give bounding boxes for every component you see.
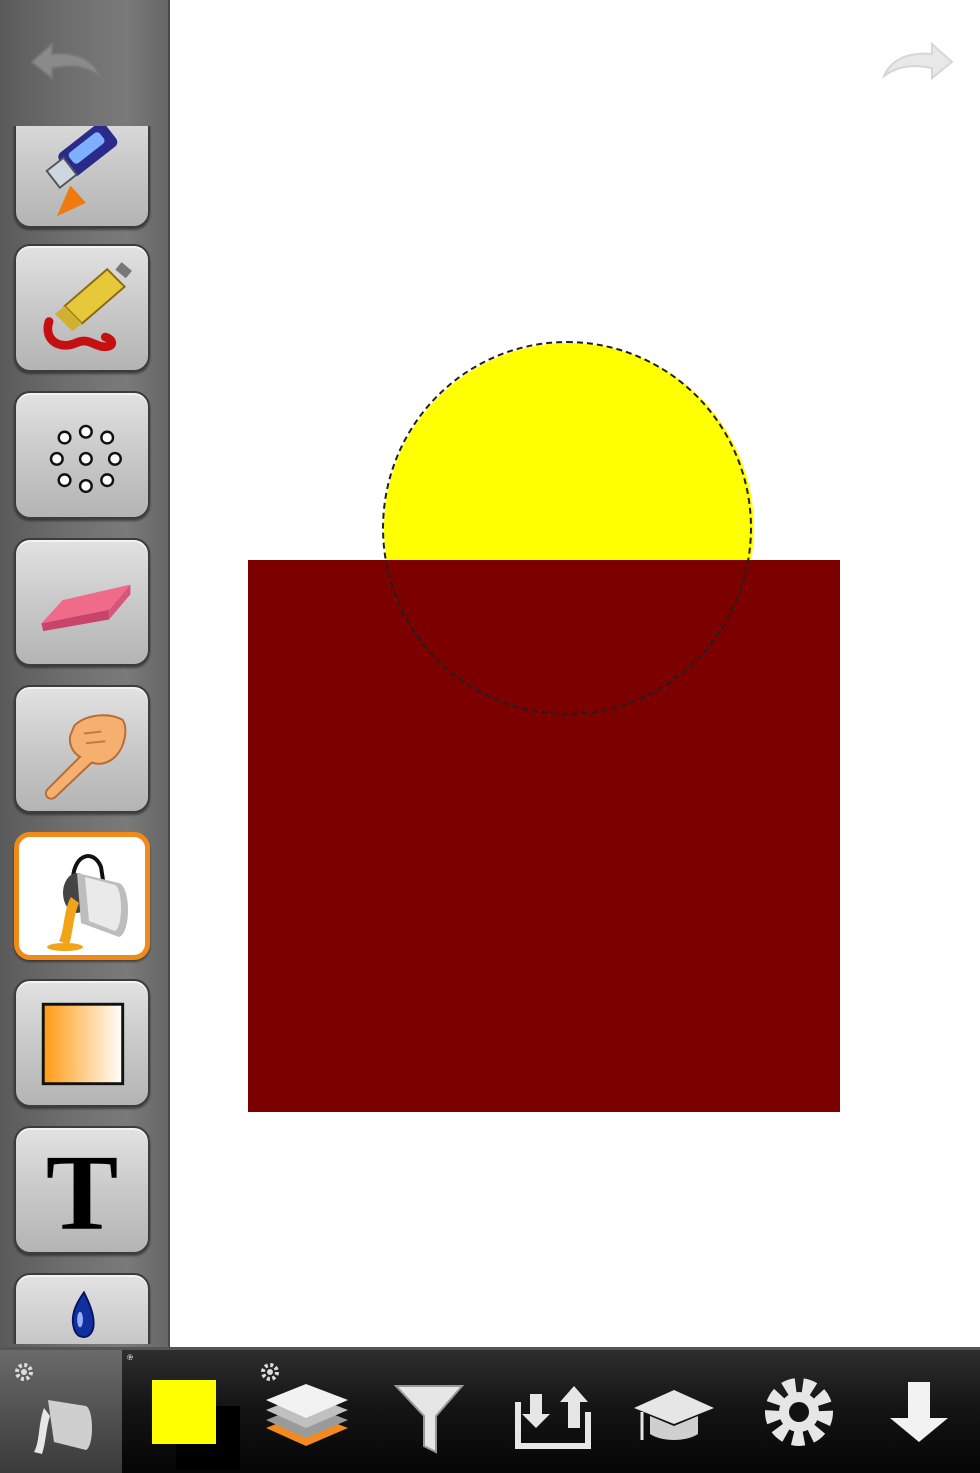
redo-icon — [881, 41, 954, 81]
color-swatch-icon[interactable] — [152, 1380, 216, 1444]
tutorials-button[interactable] — [618, 1350, 730, 1473]
brush-settings-tool[interactable] — [14, 391, 150, 519]
import-export-button[interactable] — [488, 1350, 618, 1473]
paint-bucket-tool[interactable] — [14, 832, 150, 960]
paint-bucket-icon — [47, 854, 128, 951]
paint-bucket-icon — [15, 1363, 92, 1454]
paint-tube-icon — [43, 262, 132, 352]
marker-tool[interactable] — [14, 126, 150, 228]
dots-ring-icon — [49, 424, 122, 494]
tool-list: T — [0, 126, 168, 1344]
svg-text:T: T — [46, 1133, 118, 1252]
selection-marquee[interactable] — [382, 341, 752, 715]
import-export-icon — [515, 1386, 591, 1449]
funnel-icon — [393, 1385, 465, 1454]
redo-button[interactable] — [878, 36, 962, 86]
undo-icon — [30, 41, 103, 81]
arrow-down-icon — [890, 1382, 948, 1442]
dropper-tool[interactable] — [14, 1273, 150, 1344]
fill-options-button[interactable] — [0, 1350, 122, 1473]
undo-button[interactable] — [22, 36, 106, 86]
tool-sidebar: T — [0, 0, 170, 1347]
text-tool[interactable]: T — [14, 1126, 150, 1254]
text-t-icon: T — [46, 1133, 118, 1252]
settings-button[interactable] — [740, 1350, 858, 1473]
drop-icon — [71, 1290, 95, 1338]
gradient-square-icon — [41, 1002, 125, 1086]
marker-icon — [45, 126, 118, 217]
paint-tube-tool[interactable] — [14, 244, 150, 372]
layers-icon — [261, 1363, 348, 1446]
gradient-tool[interactable] — [14, 979, 150, 1107]
graduation-cap-icon — [634, 1390, 714, 1440]
eraser-icon — [41, 584, 131, 632]
smudge-tool[interactable] — [14, 685, 150, 813]
layers-button[interactable] — [244, 1350, 366, 1473]
gear-icon — [15, 1363, 33, 1381]
pointing-finger-icon — [44, 714, 127, 800]
save-button[interactable] — [858, 1350, 980, 1473]
eraser-tool[interactable] — [14, 538, 150, 666]
bottom-toolbar — [0, 1347, 980, 1473]
gear-icon — [765, 1378, 833, 1446]
filters-button[interactable] — [366, 1350, 488, 1473]
